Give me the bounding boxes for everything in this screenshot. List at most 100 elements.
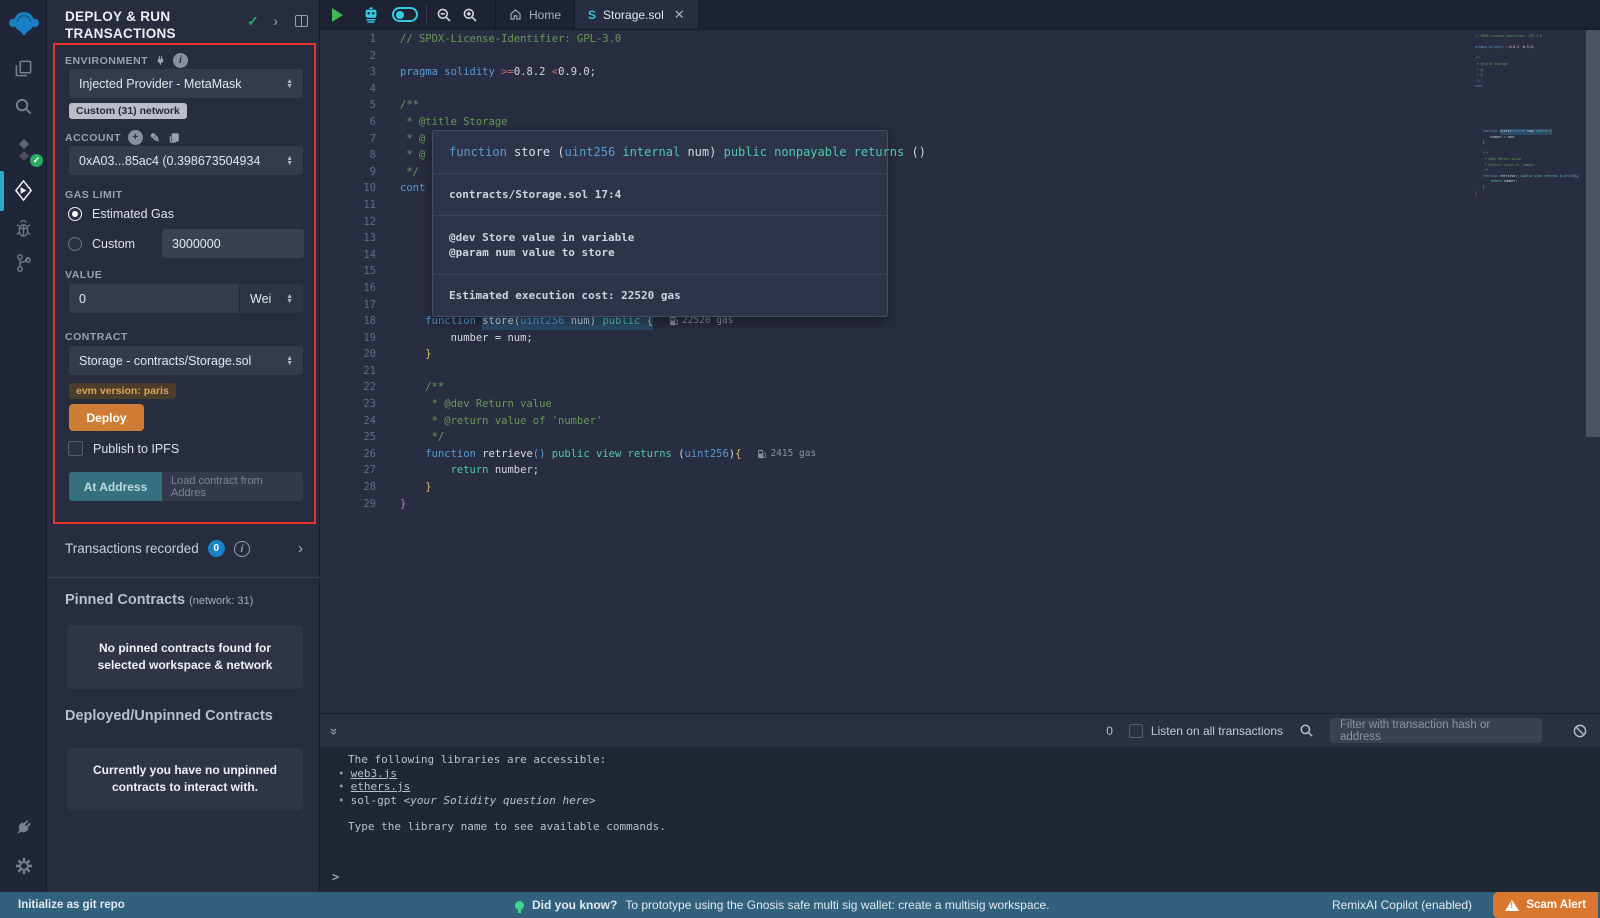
code-token: retrieve xyxy=(482,446,533,463)
listen-all-transactions-checkbox[interactable]: Listen on all transactions xyxy=(1129,724,1283,738)
code-line: } xyxy=(1475,191,1551,197)
tx-info-icon[interactable]: i xyxy=(234,541,250,557)
tx-expand-chevron-icon[interactable]: › xyxy=(298,540,303,557)
plug-icon xyxy=(155,55,166,66)
run-script-button[interactable] xyxy=(320,0,354,29)
clear-console-icon[interactable] xyxy=(1572,723,1588,739)
publish-ipfs-checkbox[interactable]: Publish to IPFS xyxy=(68,441,179,456)
gas-limit-label: GAS LIMIT xyxy=(65,189,123,201)
transaction-filter-input[interactable]: Filter with transaction hash or address xyxy=(1330,718,1542,743)
code-line: pragma solidity >=0.8.2 <0.9.0; xyxy=(400,64,816,81)
scam-alert-button[interactable]: Scam Alert xyxy=(1493,892,1598,918)
git-icon[interactable] xyxy=(0,244,47,282)
code-editor[interactable]: 1234567891011121314151617181920212223242… xyxy=(320,30,1600,713)
terminal-output[interactable]: The following libraries are accessible:•… xyxy=(320,747,1600,892)
value-input[interactable]: 0 xyxy=(69,284,239,313)
line-number: 20 xyxy=(320,346,400,363)
deploy-run-icon[interactable] xyxy=(0,171,47,209)
line-number: 21 xyxy=(320,363,400,380)
terminal-collapse-icon[interactable]: » xyxy=(327,728,342,733)
transactions-recorded-row[interactable]: Transactions recorded 0 i › xyxy=(65,540,303,557)
deploy-run-panel: DEPLOY & RUNTRANSACTIONS ✓ › ENVIRONMENT… xyxy=(47,0,320,892)
code-token: internal xyxy=(615,145,680,159)
copilot-status[interactable]: RemixAI Copilot (enabled) xyxy=(1332,898,1472,912)
environment-info-icon[interactable]: i xyxy=(173,53,188,68)
debugger-icon[interactable] xyxy=(0,209,47,247)
add-account-icon[interactable]: + xyxy=(128,130,143,145)
code-line: /** xyxy=(400,379,816,396)
custom-gas-input[interactable]: 3000000 xyxy=(162,229,304,258)
terminal-bullet-line: •ethers.js xyxy=(338,780,666,794)
code-token: function xyxy=(449,145,514,159)
network-badge: Custom (31) network xyxy=(69,103,187,119)
code-token: // SPDX-License-Identifier: GPL-3.0 xyxy=(1475,34,1542,40)
line-number: 15 xyxy=(320,263,400,280)
copy-account-icon[interactable] xyxy=(168,132,180,144)
custom-gas-radio[interactable]: Custom xyxy=(68,237,135,251)
ai-copilot-icon[interactable] xyxy=(354,0,388,29)
code-token: ( xyxy=(557,145,564,159)
panel-pin-icon[interactable] xyxy=(295,15,308,27)
code-token: cont xyxy=(1475,84,1483,90)
code-token: >= xyxy=(501,64,514,81)
search-icon[interactable] xyxy=(0,87,47,125)
code-line: // SPDX-License-Identifier: GPL-3.0 xyxy=(400,31,816,48)
git-init-button[interactable]: Initialize as git repo xyxy=(18,899,125,911)
estimated-gas-radio[interactable]: Estimated Gas xyxy=(68,207,174,221)
terminal-body: The following libraries are accessible:•… xyxy=(338,753,666,834)
code-token: // SPDX-License-Identifier: GPL-3.0 xyxy=(400,31,621,48)
deploy-button[interactable]: Deploy xyxy=(69,404,144,431)
code-token: } xyxy=(400,346,432,363)
code-line xyxy=(400,81,816,98)
copilot-toggle[interactable] xyxy=(388,0,422,29)
code-line: } xyxy=(400,496,816,513)
minimap[interactable]: // SPDX-License-Identifier: GPL-3.0pragm… xyxy=(1475,34,1551,196)
code-line: /** xyxy=(400,97,816,114)
solidity-compiler-icon[interactable]: ✓ xyxy=(0,131,47,169)
line-number: 11 xyxy=(320,197,400,214)
close-tab-icon[interactable]: ✕ xyxy=(674,7,685,23)
line-number: 26 xyxy=(320,446,400,463)
activity-bar: ✓ xyxy=(0,0,47,892)
file-explorer-icon[interactable] xyxy=(0,49,47,87)
terminal-bullet-line: •sol-gpt <your Solidity question here> xyxy=(338,794,666,808)
terminal-text: sol-gpt <your Solidity question here> xyxy=(351,794,596,808)
terminal-hint-line: Type the library name to see available c… xyxy=(348,820,666,834)
radio-selected-icon xyxy=(68,207,82,221)
code-line: * @return value of 'number' xyxy=(400,413,816,430)
editor-topbar: Home S Storage.sol ✕ xyxy=(320,0,1600,30)
tab-home[interactable]: Home xyxy=(495,0,575,29)
code-token: returns xyxy=(846,145,911,159)
code-line: } xyxy=(400,479,816,496)
line-number: 29 xyxy=(320,496,400,513)
at-address-button[interactable]: At Address xyxy=(69,472,162,501)
at-address-input[interactable]: Load contract from Addres xyxy=(162,472,303,501)
home-icon xyxy=(509,8,522,21)
terminal-library-link[interactable]: ethers.js xyxy=(351,780,411,794)
line-number: 7 xyxy=(320,131,400,148)
editor-scrollbar-thumb[interactable] xyxy=(1586,30,1600,437)
environment-select[interactable]: Injected Provider - MetaMask ▲▼ xyxy=(69,69,303,98)
settings-gear-icon[interactable] xyxy=(0,847,47,885)
contract-select[interactable]: Storage - contracts/Storage.sol ▲▼ xyxy=(69,346,303,375)
account-select[interactable]: 0xA03...85ac4 (0.398673504934 ▲▼ xyxy=(69,146,303,175)
terminal-library-link[interactable]: web3.js xyxy=(351,767,397,781)
code-token: { xyxy=(1577,174,1579,180)
zoom-in-icon[interactable] xyxy=(457,0,483,29)
sign-message-icon[interactable]: ✎ xyxy=(150,131,161,145)
code-token: * @title Storage xyxy=(400,114,507,131)
remix-logo-icon[interactable] xyxy=(0,5,47,43)
code-token: ) xyxy=(709,145,723,159)
plugin-manager-icon[interactable] xyxy=(0,808,47,846)
zoom-out-icon[interactable] xyxy=(431,0,457,29)
tab-storage-sol[interactable]: S Storage.sol ✕ xyxy=(575,0,699,29)
terminal-toolbar: » 0 Listen on all transactions Filter wi… xyxy=(320,713,1600,747)
panel-collapse-chevron-icon[interactable]: › xyxy=(273,13,278,30)
value-unit-select[interactable]: Wei ▲▼ xyxy=(239,284,303,313)
compile-success-badge: ✓ xyxy=(30,154,43,167)
code-token: public view returns xyxy=(1521,174,1559,180)
code-token: function xyxy=(425,446,482,463)
terminal-search-icon[interactable] xyxy=(1299,723,1314,738)
terminal-prompt[interactable]: > xyxy=(332,870,339,884)
code-token: /** xyxy=(400,379,444,396)
